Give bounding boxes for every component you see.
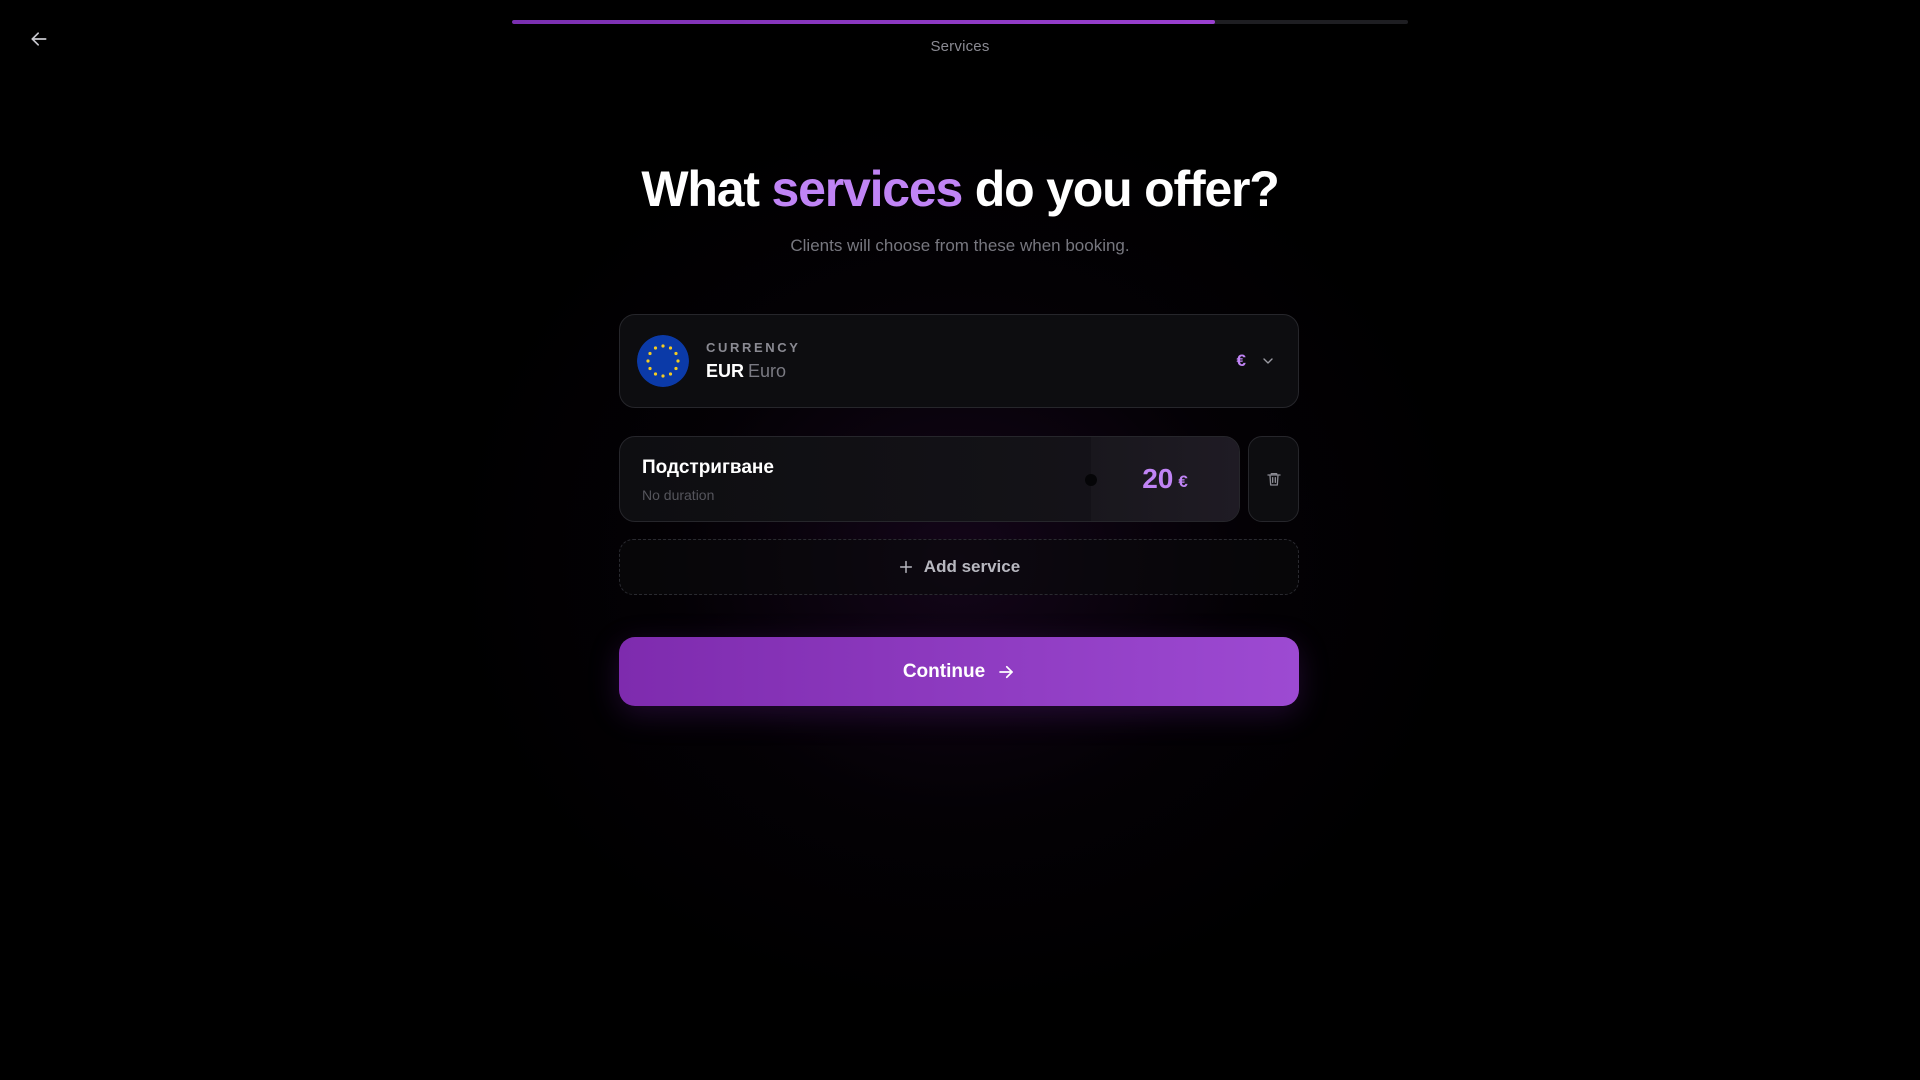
chevron-down-icon xyxy=(1263,358,1273,364)
eu-flag-star xyxy=(653,372,658,376)
service-name[interactable]: Подстригване xyxy=(642,457,774,479)
service-price-input[interactable]: 20 € xyxy=(1085,437,1239,521)
service-price-value: 20 xyxy=(1142,463,1174,494)
delete-service-button[interactable] xyxy=(1248,436,1299,522)
eu-flag-star xyxy=(648,366,652,371)
currency-name: Euro xyxy=(748,361,787,381)
eu-flag-star xyxy=(668,372,673,376)
currency-code: EUR xyxy=(706,361,745,381)
currency-text: CURRENCY EUR Euro xyxy=(706,340,800,382)
progress-bar xyxy=(512,20,1408,24)
service-duration: No duration xyxy=(642,487,715,503)
currency-label: CURRENCY xyxy=(706,340,801,355)
continue-button[interactable]: Continue xyxy=(619,637,1299,706)
eu-flag-star xyxy=(648,351,652,356)
add-service-label: Add service xyxy=(923,557,1021,576)
step-label: Services xyxy=(930,38,990,55)
eu-flag-star xyxy=(674,366,678,371)
eu-flag-icon xyxy=(637,335,689,387)
arrow-right-icon xyxy=(999,665,1013,678)
plus-icon xyxy=(899,560,912,574)
eu-flag-star xyxy=(661,374,665,378)
eu-flag-star xyxy=(646,359,650,363)
eu-flag-star xyxy=(653,346,658,350)
continue-label: Continue xyxy=(902,660,986,682)
title-prefix: What xyxy=(641,161,760,217)
eu-flag-star xyxy=(676,359,680,363)
title-accent: services xyxy=(771,161,963,217)
currency-symbol: € xyxy=(1236,351,1246,370)
trash-icon xyxy=(1266,473,1281,486)
service-price-currency: € xyxy=(1178,472,1188,491)
page-subtitle: Clients will choose from these when book… xyxy=(790,236,1130,255)
page: Services What services do you offer? Cli… xyxy=(0,0,1920,1080)
add-service-button[interactable]: Add service xyxy=(619,539,1299,595)
page-title: What services do you offer? xyxy=(0,160,1920,218)
service-item[interactable]: Подстригване No duration 20 € xyxy=(619,436,1240,522)
currency-right: € xyxy=(1237,351,1276,371)
progress-bar-fill xyxy=(512,20,1216,24)
eu-flag-star xyxy=(661,344,665,348)
currency-value: EUR Euro xyxy=(706,361,800,382)
eu-flag-star xyxy=(674,351,678,356)
currency-selector[interactable]: CURRENCY EUR Euro € xyxy=(619,314,1299,408)
eu-flag-star xyxy=(668,346,673,350)
title-suffix: do you offer? xyxy=(974,161,1280,217)
